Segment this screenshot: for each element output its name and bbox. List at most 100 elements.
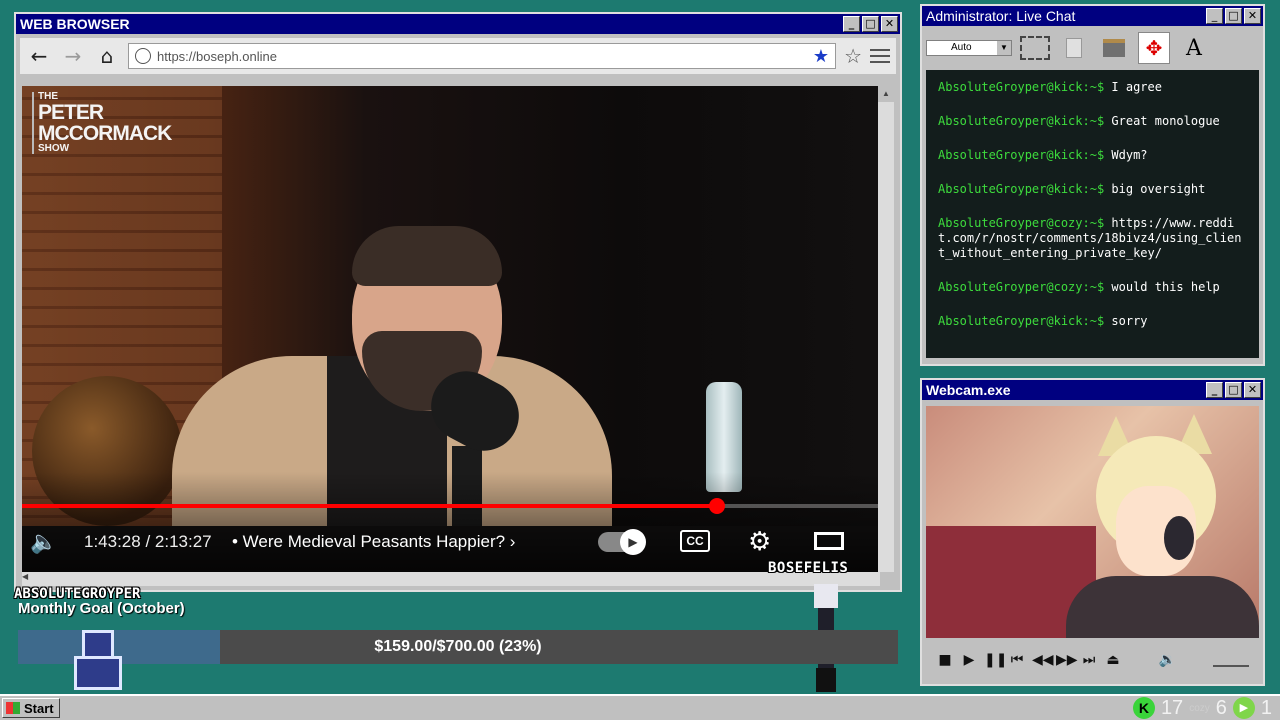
chat-username[interactable]: AbsoluteGroyper@kick:~$: [938, 148, 1104, 162]
chat-message: AbsoluteGroyper@kick:~$ Great monologue: [938, 114, 1247, 129]
url-text[interactable]: https://boseph.online: [157, 49, 807, 64]
progress-fill: [22, 504, 717, 508]
move-icon[interactable]: ✥: [1138, 32, 1170, 64]
play-icon[interactable]: ▶: [960, 652, 978, 668]
browser-toolbar: ← → ⌂ https://boseph.online ★ ☆: [20, 38, 896, 74]
chat-text: Wdym?: [1104, 148, 1148, 162]
select-tool-icon[interactable]: [1020, 36, 1050, 60]
chat-titlebar[interactable]: Administrator: Live Chat _ □ ✕: [922, 6, 1263, 26]
forward-arrow-icon[interactable]: →: [60, 44, 86, 68]
maximize-button[interactable]: □: [862, 16, 879, 32]
chat-username[interactable]: AbsoluteGroyper@cozy:~$: [938, 280, 1104, 294]
home-icon[interactable]: ⌂: [94, 44, 120, 68]
taskbar: Start K 17 cozy 6 ▶ 1: [0, 694, 1280, 720]
chat-text: would this help: [1104, 280, 1220, 294]
bookmark-star-icon[interactable]: ★: [813, 46, 829, 67]
progress-bar[interactable]: [22, 498, 880, 514]
skip-forward-icon[interactable]: ⏭: [1080, 652, 1098, 668]
close-button[interactable]: ✕: [1244, 8, 1261, 24]
skip-back-icon[interactable]: ⏮: [1008, 652, 1026, 668]
chat-message: AbsoluteGroyper@kick:~$ Wdym?: [938, 148, 1247, 163]
chat-message: AbsoluteGroyper@kick:~$ I agree: [938, 80, 1247, 95]
webcam-window: Webcam.exe _ □ ✕ ■ ▶ ❚❚ ⏮ ◀◀ ▶▶ ⏭ ⏏ 🔉: [920, 378, 1265, 686]
chat-message: AbsoluteGroyper@cozy:~$ would this help: [938, 280, 1247, 295]
address-bar[interactable]: https://boseph.online ★: [128, 43, 837, 69]
play-icon: ▶: [620, 529, 646, 555]
start-button[interactable]: Start: [2, 698, 60, 718]
rewind-icon[interactable]: ◀◀: [1032, 652, 1054, 668]
volume-icon[interactable]: 🔉: [1159, 652, 1177, 668]
chapter-title[interactable]: • Were Medieval Peasants Happier? ›: [232, 532, 515, 552]
favorites-star-icon[interactable]: ☆: [844, 44, 862, 68]
cozy-viewer-count: 6: [1215, 696, 1227, 719]
webcam-titlebar[interactable]: Webcam.exe _ □ ✕: [922, 380, 1263, 400]
gear-icon[interactable]: ⚙: [748, 527, 771, 557]
fast-forward-icon[interactable]: ▶▶: [1056, 652, 1078, 668]
chat-message: AbsoluteGroyper@cozy:~$ https://www.redd…: [938, 216, 1247, 261]
webcam-title: Webcam.exe: [926, 382, 1011, 398]
back-arrow-icon[interactable]: ←: [26, 44, 52, 68]
chat-text: I agree: [1104, 80, 1162, 94]
scroll-up-arrow-icon[interactable]: ▲: [878, 86, 894, 102]
streamer-name: BOSEFELIS: [768, 560, 849, 576]
goal-sprite: [70, 630, 126, 690]
progress-scrubber[interactable]: [708, 498, 725, 514]
kick-icon[interactable]: K: [1132, 697, 1155, 719]
goal-label: $159.00/$700.00 (23%): [374, 638, 542, 655]
paste-icon[interactable]: [1098, 32, 1130, 64]
copy-icon[interactable]: [1058, 32, 1090, 64]
chevron-down-icon[interactable]: ▼: [997, 41, 1011, 55]
minimize-button[interactable]: _: [1206, 8, 1223, 24]
minimize-button[interactable]: _: [1206, 382, 1223, 398]
show-logo: THE PETER MCCORMACK SHOW: [32, 92, 172, 154]
zoom-select[interactable]: Auto ▼: [926, 40, 1012, 56]
menu-icon[interactable]: [870, 49, 890, 63]
chat-username[interactable]: AbsoluteGroyper@kick:~$: [938, 314, 1104, 328]
kick-viewer-count: 17: [1160, 696, 1184, 719]
chat-text: big oversight: [1104, 182, 1206, 196]
webcam-feed: [926, 406, 1259, 638]
windows-logo-icon: [6, 702, 20, 714]
globe-icon: [135, 48, 151, 64]
maximize-button[interactable]: □: [1225, 8, 1242, 24]
goal-title: Monthly Goal (October): [18, 600, 185, 617]
chat-username[interactable]: AbsoluteGroyper@kick:~$: [938, 114, 1104, 128]
play-viewer-count: 1: [1260, 696, 1272, 719]
goal-progress-bar: $159.00/$700.00 (23%): [18, 630, 898, 664]
horizontal-scrollbar[interactable]: ◀: [22, 572, 880, 586]
chat-toolbar: Auto ▼ ✥ A: [922, 28, 1263, 68]
chat-username[interactable]: AbsoluteGroyper@kick:~$: [938, 182, 1104, 196]
browser-titlebar[interactable]: WEB BROWSER _ □ ✕: [16, 14, 900, 34]
font-icon[interactable]: A: [1178, 32, 1210, 64]
close-button[interactable]: ✕: [1244, 382, 1261, 398]
video-controls: 🔈 1:43:28 / 2:13:27 • Were Medieval Peas…: [22, 472, 880, 572]
live-chat-window: Administrator: Live Chat _ □ ✕ Auto ▼ ✥ A…: [920, 4, 1265, 366]
system-tray: K 17 cozy 6 ▶ 1: [1132, 696, 1272, 720]
cozy-icon[interactable]: cozy: [1189, 703, 1210, 714]
browser-window: WEB BROWSER _ □ ✕ ← → ⌂ https://boseph.o…: [14, 12, 902, 592]
chat-text: Great monologue: [1104, 114, 1220, 128]
chat-username[interactable]: AbsoluteGroyper@cozy:~$: [938, 216, 1104, 230]
video-player[interactable]: THE PETER MCCORMACK SHOW 🔈 1:43:28 / 2:1…: [22, 86, 880, 572]
stop-icon[interactable]: ■: [936, 652, 954, 668]
theater-mode-icon[interactable]: [814, 532, 844, 550]
maximize-button[interactable]: □: [1225, 382, 1242, 398]
play-icon[interactable]: ▶: [1232, 697, 1255, 719]
pause-icon[interactable]: ❚❚: [984, 652, 1007, 668]
video-time: 1:43:28 / 2:13:27: [84, 532, 212, 551]
close-button[interactable]: ✕: [881, 16, 898, 32]
vertical-scrollbar[interactable]: ▲: [878, 86, 894, 572]
chat-message: AbsoluteGroyper@kick:~$ sorry: [938, 314, 1247, 329]
eject-icon[interactable]: ⏏: [1104, 652, 1122, 668]
chat-text: sorry: [1104, 314, 1148, 328]
autoplay-toggle[interactable]: ▶: [598, 529, 646, 555]
volume-slider[interactable]: [1213, 653, 1249, 667]
captions-button[interactable]: CC: [680, 530, 710, 552]
chat-message: AbsoluteGroyper@kick:~$ big oversight: [938, 182, 1247, 197]
chat-log[interactable]: AbsoluteGroyper@kick:~$ I agree AbsoluteG…: [926, 70, 1259, 358]
volume-icon[interactable]: 🔈: [30, 530, 57, 555]
chat-username[interactable]: AbsoluteGroyper@kick:~$: [938, 80, 1104, 94]
minimize-button[interactable]: _: [843, 16, 860, 32]
media-controls: ■ ▶ ❚❚ ⏮ ◀◀ ▶▶ ⏭ ⏏ 🔉: [926, 642, 1259, 678]
chat-title: Administrator: Live Chat: [926, 8, 1076, 24]
